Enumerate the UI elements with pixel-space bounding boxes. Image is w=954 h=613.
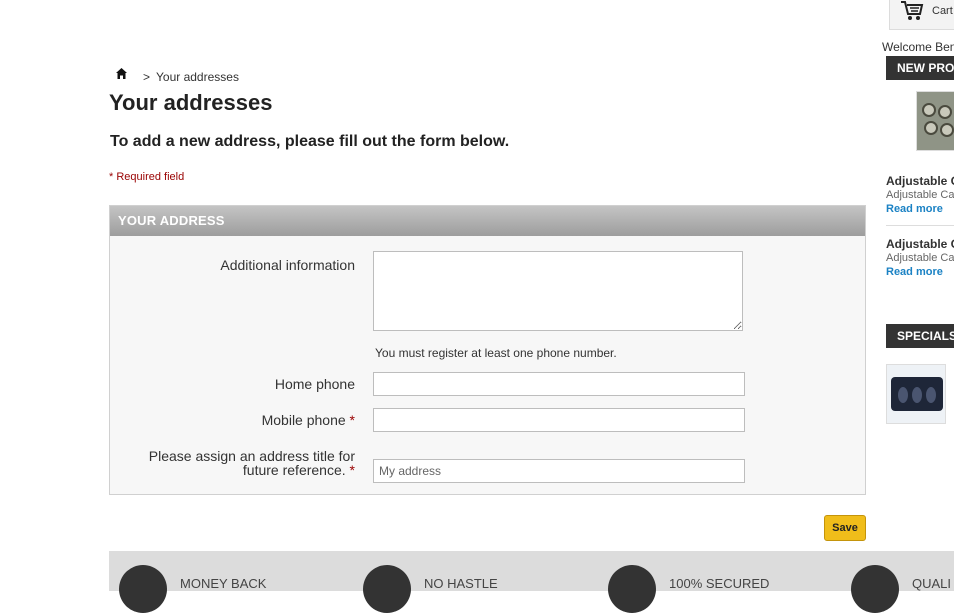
required-field-note: * Required field — [109, 171, 185, 183]
address-title-input[interactable] — [373, 459, 745, 483]
address-title-label: Please assign an address title for futur… — [105, 449, 355, 477]
product-divider — [886, 225, 954, 226]
address-title-label-line1: Please assign an address title for — [148, 448, 355, 464]
product-thumbnail[interactable] — [916, 91, 954, 151]
product-name[interactable]: Adjustable C — [886, 174, 954, 188]
page-subtitle: To add a new address, please fill out th… — [110, 133, 510, 150]
home-phone-input[interactable] — [373, 372, 745, 396]
guarantee-label: MONEY BACK — [180, 576, 267, 591]
guarantee-label: 100% SECURED — [669, 576, 770, 591]
required-marker: * — [349, 412, 355, 428]
address-title-label-line2-wrap: future reference. * — [105, 463, 355, 477]
required-marker: * — [349, 462, 355, 478]
home-icon[interactable] — [115, 67, 128, 80]
address-section-title: YOUR ADDRESS — [118, 213, 225, 228]
read-more-link[interactable]: Read more — [886, 266, 943, 278]
breadcrumb-current: Your addresses — [156, 70, 239, 84]
product-description: Adjustable Ca — [886, 252, 954, 264]
home-phone-label: Home phone — [274, 376, 355, 392]
special-thumbnail[interactable] — [886, 364, 946, 424]
guarantee-label: NO HASTLE — [424, 576, 498, 591]
address-title-label-line2: future reference. — [242, 462, 346, 478]
smiley-icon — [119, 565, 167, 613]
padlock-icon — [608, 565, 656, 613]
product-image-icon — [917, 92, 954, 150]
shopping-cart-icon[interactable] — [899, 0, 925, 22]
refresh-arrow-icon — [363, 565, 411, 613]
save-button[interactable]: Save — [824, 515, 866, 541]
special-product-image-icon — [887, 365, 945, 423]
cart-label[interactable]: Cart — [932, 5, 953, 17]
product-description: Adjustable Ca — [886, 189, 954, 201]
additional-info-textarea[interactable] — [373, 251, 743, 331]
read-more-link[interactable]: Read more — [886, 203, 943, 215]
new-products-header[interactable]: NEW PRODUCTS — [886, 56, 954, 80]
mobile-phone-label: Mobile phone * — [105, 412, 355, 428]
welcome-text: Welcome Ben — [882, 40, 954, 54]
page-title: Your addresses — [109, 90, 273, 115]
additional-info-label: Additional information — [220, 257, 355, 273]
product-name[interactable]: Adjustable C — [886, 237, 954, 251]
breadcrumb-separator: > — [143, 70, 151, 84]
guarantee-label: QUALI — [912, 576, 952, 591]
quality-arrow-icon — [851, 565, 899, 613]
mobile-phone-input[interactable] — [373, 408, 745, 432]
phone-requirement-note: You must register at least one phone num… — [375, 346, 617, 360]
mobile-phone-label-text: Mobile phone — [261, 412, 346, 428]
specials-header[interactable]: SPECIALS — [886, 324, 954, 348]
